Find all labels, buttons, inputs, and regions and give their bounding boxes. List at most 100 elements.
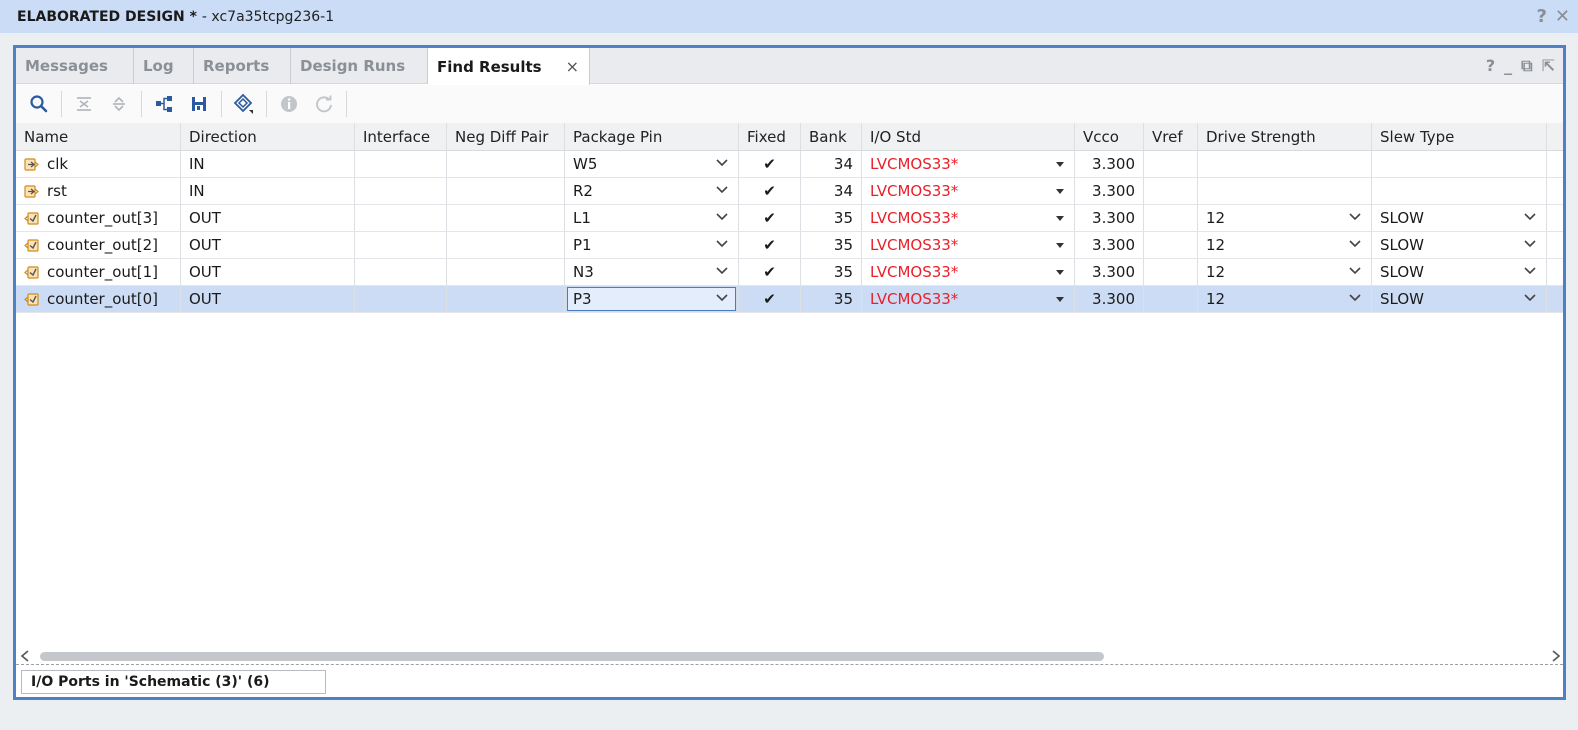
float-icon[interactable]: ⇱ [1542, 56, 1555, 76]
package-pin-value: P3 [573, 290, 592, 308]
package-pin-dropdown[interactable]: N3 [565, 259, 739, 285]
slew-type-dropdown[interactable]: SLOW [1372, 205, 1547, 231]
col-header-drive-strength[interactable]: Drive Strength [1198, 123, 1372, 150]
help-icon[interactable]: ? [1536, 6, 1546, 27]
fixed-cell[interactable]: ✔ [739, 259, 801, 285]
fixed-cell[interactable]: ✔ [739, 232, 801, 258]
direction-cell: OUT [181, 259, 355, 285]
collapse-all-icon[interactable] [71, 91, 97, 117]
direction-cell: OUT [181, 286, 355, 312]
neg-diff-pair-cell [447, 232, 565, 258]
drive-strength-cell[interactable] [1198, 178, 1372, 204]
io-std-dropdown[interactable]: LVCMOS33* [862, 205, 1075, 231]
io-std-dropdown[interactable]: LVCMOS33* [862, 259, 1075, 285]
col-header-neg-diff-pair[interactable]: Neg Diff Pair [447, 123, 565, 150]
slew-type-dropdown[interactable]: SLOW [1372, 232, 1547, 258]
drive-strength-value: 12 [1206, 263, 1226, 281]
tab-find-results[interactable]: Find Results × [428, 48, 590, 85]
scroll-right-icon[interactable] [1551, 650, 1561, 662]
drive-strength-value: 12 [1206, 290, 1226, 308]
chevron-down-icon [716, 240, 728, 248]
chevron-down-icon [1524, 294, 1536, 302]
col-header-name[interactable]: Name [16, 123, 181, 150]
results-set-tab[interactable]: I/O Ports in 'Schematic (3)' (6) [21, 670, 326, 694]
col-header-vcco[interactable]: Vcco [1075, 123, 1144, 150]
close-icon[interactable]: ✕ [1555, 6, 1570, 27]
drive-strength-dropdown[interactable]: 12 [1198, 259, 1372, 285]
info-icon[interactable] [276, 91, 302, 117]
interface-cell [355, 259, 447, 285]
table-row[interactable]: clk IN W5 ✔ 34 LVCMOS33* 3.300 [16, 151, 1563, 178]
col-header-direction[interactable]: Direction [181, 123, 355, 150]
table-row[interactable]: counter_out[3] OUT L1 ✔ 35 LVCMOS33* 3.3… [16, 205, 1563, 232]
slew-type-dropdown[interactable]: SLOW [1372, 286, 1547, 312]
neg-diff-pair-cell [447, 205, 565, 231]
table-row[interactable]: counter_out[0] OUT P3 ✔ 35 LVCMOS33* 3.3… [16, 286, 1563, 313]
direction-cell: IN [181, 178, 355, 204]
drive-strength-cell[interactable] [1198, 151, 1372, 177]
col-header-fixed[interactable]: Fixed [739, 123, 801, 150]
tab-log[interactable]: Log [134, 48, 194, 84]
fixed-cell[interactable]: ✔ [739, 151, 801, 177]
horizontal-scrollbar[interactable] [16, 648, 1563, 664]
slew-type-cell[interactable] [1372, 178, 1547, 204]
package-pin-dropdown[interactable]: L1 [565, 205, 739, 231]
io-std-dropdown[interactable]: LVCMOS33* [862, 286, 1075, 312]
col-header-slew-type[interactable]: Slew Type [1372, 123, 1547, 150]
package-pin-value: N3 [573, 263, 594, 281]
slew-type-dropdown[interactable]: SLOW [1372, 259, 1547, 285]
dropdown-arrow-icon [1056, 162, 1064, 167]
expand-all-icon[interactable] [106, 91, 132, 117]
fixed-cell[interactable]: ✔ [739, 178, 801, 204]
tab-messages[interactable]: Messages [16, 48, 134, 84]
select-icon[interactable] [231, 91, 257, 117]
col-header-vref[interactable]: Vref [1144, 123, 1198, 150]
slew-type-value: SLOW [1380, 263, 1424, 281]
chevron-down-icon [716, 267, 728, 275]
export-icon[interactable] [186, 91, 212, 117]
bank-cell: 35 [801, 205, 862, 231]
refresh-icon[interactable] [311, 91, 337, 117]
toolbar-separator [61, 91, 62, 117]
col-header-io-std[interactable]: I/O Std [862, 123, 1075, 150]
interface-cell [355, 205, 447, 231]
io-std-dropdown[interactable]: LVCMOS33* [862, 178, 1075, 204]
chevron-down-icon [716, 294, 728, 302]
col-header-bank[interactable]: Bank [801, 123, 862, 150]
help-icon[interactable]: ? [1486, 56, 1495, 76]
chevron-down-icon [1524, 240, 1536, 248]
col-header-package-pin[interactable]: Package Pin [565, 123, 739, 150]
io-std-dropdown[interactable]: LVCMOS33* [862, 151, 1075, 177]
minimize-icon[interactable]: _ [1504, 56, 1512, 76]
restore-icon[interactable]: ⧉ [1521, 56, 1532, 76]
table-row[interactable]: rst IN R2 ✔ 34 LVCMOS33* 3.300 [16, 178, 1563, 205]
search-icon[interactable] [26, 91, 52, 117]
io-std-value: LVCMOS33* [870, 182, 959, 200]
drive-strength-dropdown[interactable]: 12 [1198, 205, 1372, 231]
tab-design-runs[interactable]: Design Runs [291, 48, 428, 84]
col-header-interface[interactable]: Interface [355, 123, 447, 150]
scrollbar-thumb[interactable] [40, 652, 1104, 661]
io-std-dropdown[interactable]: LVCMOS33* [862, 232, 1075, 258]
toolbar [16, 85, 1563, 123]
fixed-cell[interactable]: ✔ [739, 286, 801, 312]
drive-strength-dropdown[interactable]: 12 [1198, 286, 1372, 312]
slew-type-cell[interactable] [1372, 151, 1547, 177]
package-pin-dropdown[interactable]: P1 [565, 232, 739, 258]
drive-strength-dropdown[interactable]: 12 [1198, 232, 1372, 258]
bank-cell: 35 [801, 232, 862, 258]
hierarchy-icon[interactable] [151, 91, 177, 117]
fixed-cell[interactable]: ✔ [739, 205, 801, 231]
table-row[interactable]: counter_out[2] OUT P1 ✔ 35 LVCMOS33* 3.3… [16, 232, 1563, 259]
scroll-left-icon[interactable] [20, 650, 30, 662]
divider [16, 664, 1563, 665]
tab-reports[interactable]: Reports [194, 48, 291, 84]
close-tab-icon[interactable]: × [566, 57, 579, 76]
toolbar-separator [141, 91, 142, 117]
package-pin-dropdown[interactable]: P3 [565, 286, 739, 312]
table-row[interactable]: counter_out[1] OUT N3 ✔ 35 LVCMOS33* 3.3… [16, 259, 1563, 286]
package-pin-dropdown[interactable]: W5 [565, 151, 739, 177]
interface-cell [355, 286, 447, 312]
input-port-icon [24, 157, 39, 171]
package-pin-dropdown[interactable]: R2 [565, 178, 739, 204]
